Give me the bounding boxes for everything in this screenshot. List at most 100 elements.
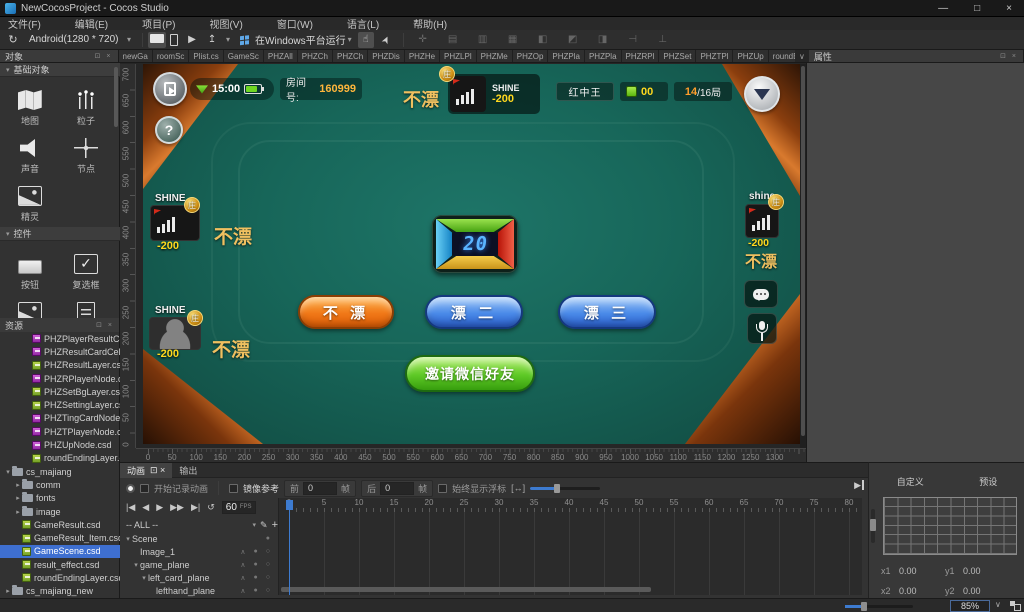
- resource-folder[interactable]: ▾cs_majiang: [0, 465, 120, 478]
- x1-value[interactable]: 0.00: [899, 566, 945, 576]
- snap-grid-icon[interactable]: ▦: [505, 32, 521, 48]
- resource-folder[interactable]: ▸cs_majiang_new: [0, 585, 120, 598]
- object-section-header[interactable]: ▾控件: [0, 227, 120, 241]
- tab-output[interactable]: 输出: [172, 463, 204, 478]
- tree-expand-icon[interactable]: ▸: [4, 587, 12, 595]
- transport-prev-button[interactable]: ◀: [142, 502, 149, 513]
- tab-overflow-chevron[interactable]: ∨: [795, 50, 809, 62]
- menu-item[interactable]: 窗口(W): [277, 16, 313, 31]
- timeline-node-row[interactable]: lefthand_plane∧●○: [120, 584, 278, 597]
- object-item-image[interactable]: 图片: [2, 293, 58, 318]
- editor-tab[interactable]: Plist.cs: [189, 50, 223, 62]
- editor-tab[interactable]: PHZMe: [477, 50, 513, 62]
- circle-icon[interactable]: ○: [266, 561, 270, 569]
- record-animation-checkbox[interactable]: [140, 484, 149, 493]
- object-item-particle[interactable]: 粒子: [58, 81, 114, 127]
- paste-style-icon[interactable]: ▥: [475, 32, 491, 48]
- tab-animation[interactable]: 动画 ⊡ ×: [120, 463, 172, 478]
- editor-tab[interactable]: PHZOp: [513, 50, 549, 62]
- action-button-3[interactable]: 漂 三: [558, 295, 656, 329]
- after-frames-input[interactable]: 0: [380, 482, 414, 495]
- editor-tab[interactable]: PHZPla: [585, 50, 622, 62]
- resource-file[interactable]: PHZTingCardNode.c: [0, 412, 120, 425]
- timeline-horizontal-scrollbar[interactable]: [281, 587, 651, 592]
- object-item-button[interactable]: 按钮: [2, 245, 58, 291]
- action-button-1[interactable]: 不 漂: [298, 295, 394, 329]
- chat-button[interactable]: [744, 280, 778, 308]
- run-platform-dropdown-icon[interactable]: ▾: [348, 35, 352, 44]
- transport-next-button[interactable]: ▶▶: [170, 502, 184, 513]
- caret-icon[interactable]: ∧: [240, 548, 245, 556]
- object-item-map[interactable]: 地图: [2, 81, 58, 127]
- resource-file[interactable]: PHZResultLayer.csd: [0, 359, 120, 372]
- playhead[interactable]: [286, 500, 293, 510]
- align-h-center-icon[interactable]: ◩: [565, 32, 581, 48]
- device-dropdown-icon[interactable]: ▾: [127, 35, 131, 44]
- select-tool-button[interactable]: ➤: [375, 29, 396, 50]
- editor-tab[interactable]: PHZLPl: [440, 50, 477, 62]
- tab-custom[interactable]: 自定义: [897, 475, 924, 488]
- publish-button[interactable]: ↥: [204, 32, 220, 48]
- caret-icon[interactable]: ∧: [240, 574, 245, 582]
- timeline-node-row[interactable]: Image_1∧●○: [120, 545, 278, 558]
- device-rotate-icon[interactable]: ↻: [5, 32, 21, 48]
- resource-file[interactable]: PHZUpNode.csd: [0, 438, 120, 451]
- menu-item[interactable]: 视图(V): [209, 16, 242, 31]
- timeline-zoom-slider[interactable]: [530, 487, 600, 490]
- caret-icon[interactable]: ∧: [240, 587, 245, 595]
- device-selector[interactable]: Android(1280 * 720): [29, 34, 125, 45]
- editor-tab[interactable]: GameSc: [224, 50, 264, 62]
- invite-wechat-button[interactable]: 邀请微信好友: [405, 355, 535, 392]
- panel-dock-icons[interactable]: ⊡ ×: [96, 321, 114, 329]
- easing-panel-scrollbar[interactable]: [871, 509, 875, 543]
- resource-file[interactable]: roundEndingLayer.c: [0, 452, 120, 465]
- menu-item[interactable]: 编辑(E): [75, 16, 108, 31]
- circle-icon[interactable]: ○: [266, 548, 270, 556]
- play-button[interactable]: ▶: [184, 32, 200, 48]
- editor-tab[interactable]: PHZRPl: [622, 50, 660, 62]
- frame-ruler[interactable]: 05101520253035404550556065707580: [279, 498, 862, 512]
- before-frames-input[interactable]: 0: [303, 482, 337, 495]
- bezier-curve-grid[interactable]: [883, 497, 1017, 555]
- object-item-text[interactable]: 文本: [58, 293, 114, 318]
- tree-expand-icon[interactable]: ▾: [132, 561, 140, 569]
- panel-dock-icons[interactable]: ⊡ ×: [1000, 52, 1018, 60]
- object-section-header[interactable]: ▾基础对象: [0, 63, 120, 77]
- resource-file[interactable]: roundEndingLayer.csd: [0, 571, 120, 584]
- menu-item[interactable]: 帮助(H): [413, 16, 447, 31]
- tab-preset[interactable]: 预设: [979, 475, 997, 488]
- action-button-2[interactable]: 漂 二: [425, 295, 523, 329]
- objects-scrollbar[interactable]: [114, 67, 118, 127]
- align-left-icon[interactable]: ◧: [535, 32, 551, 48]
- maximize-button[interactable]: □: [974, 3, 980, 14]
- publish-dropdown-icon[interactable]: ▾: [226, 35, 230, 44]
- close-button[interactable]: ×: [1006, 3, 1012, 14]
- timeline-grid[interactable]: 05101520253035404550556065707580: [278, 498, 862, 595]
- tree-expand-icon[interactable]: ▾: [4, 468, 12, 476]
- tree-expand-icon[interactable]: ▸: [14, 494, 22, 502]
- editor-tab[interactable]: PHZDis: [368, 50, 405, 62]
- distribute-h-icon[interactable]: ⊣: [625, 32, 641, 48]
- timeline-node-row[interactable]: ▾Scene●: [120, 532, 278, 545]
- editor-tab[interactable]: roomSc: [153, 50, 190, 62]
- mirror-reference-checkbox[interactable]: [229, 484, 238, 493]
- transport-play-button[interactable]: ▶: [156, 502, 163, 513]
- editor-tab[interactable]: roundE: [769, 50, 795, 62]
- distribute-v-icon[interactable]: ⊥: [655, 32, 671, 48]
- editor-tab[interactable]: newGa: [119, 50, 153, 62]
- edit-icon[interactable]: ✎: [260, 520, 268, 531]
- tree-expand-icon[interactable]: ▸: [14, 508, 22, 516]
- editor-tab[interactable]: PHZHe: [405, 50, 440, 62]
- minimize-button[interactable]: —: [938, 3, 948, 14]
- resource-file[interactable]: PHZTPlayerNode.csd: [0, 425, 120, 438]
- timeline-node-row[interactable]: ▾left_card_plane∧●○: [120, 571, 278, 584]
- exit-room-button[interactable]: [153, 72, 187, 106]
- resource-file[interactable]: PHZResultCardCell.c: [0, 345, 120, 358]
- object-item-node[interactable]: 节点: [58, 129, 114, 175]
- resource-file[interactable]: result_effect.csd: [0, 558, 120, 571]
- help-button[interactable]: ?: [155, 116, 183, 144]
- editor-tab[interactable]: PHZSet: [659, 50, 696, 62]
- object-item-sprite[interactable]: 精灵: [2, 177, 58, 223]
- eye-icon[interactable]: ●: [254, 587, 258, 595]
- editor-tab[interactable]: PHZTPl: [696, 50, 733, 62]
